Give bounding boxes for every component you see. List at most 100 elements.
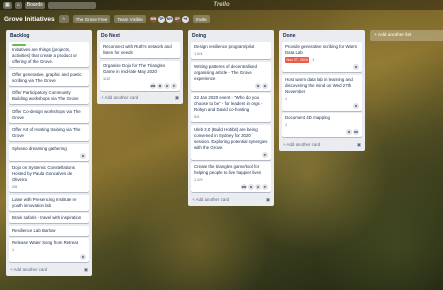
card-title: Create the triangles game/tool for helpi… [194,164,262,175]
checklist-badge: 2/6 [12,185,18,189]
card[interactable]: Offer Co-design workshops via The Grove [9,106,89,123]
due-date-badge: Nov 27, 2019 [285,57,310,63]
home-icon[interactable]: ⌂ [14,1,22,9]
avatar[interactable]: N [353,64,359,70]
card-badges: 1 0/4 [194,51,268,57]
list-title[interactable]: Backlog [9,32,89,42]
card[interactable]: Dojo on Systemic Constellations Hosted b… [9,163,89,192]
list-doing: Doing Design resilience program/pilot 1 0/… [188,30,274,206]
card-title: Release Water Song from Retreat [12,240,78,245]
apps-icon[interactable]: ▦ [3,1,12,9]
card-members: BW M H P [103,82,177,89]
card-label [12,44,26,46]
card[interactable]: Create the triangles game/tool for helpi… [191,162,271,192]
card-title: Writing patterns of decentralised organi… [194,63,257,81]
checklist-badge: 1 [285,123,288,127]
avatar[interactable]: +6 [181,15,189,23]
avatar[interactable]: N [80,254,86,260]
card-badges: 1 [285,96,359,102]
add-card-button[interactable]: + Add another card ▣ [9,265,89,275]
list-do-next: Do Next Reconnect with Ruth's network and… [97,30,183,104]
card-members: NB [194,82,268,89]
avatar[interactable]: SP [173,15,181,23]
invite-button[interactable]: Invite [192,15,210,23]
card[interactable]: Liase with Presencing Institute re youth… [9,194,89,211]
board-header: Grove Initiatives ☆ The Grove Free Team … [0,13,443,25]
boards-button[interactable]: Boards [24,1,45,9]
avatar[interactable]: N [255,82,261,89]
avatar[interactable]: BW [150,82,156,89]
template-icon[interactable]: ▣ [175,95,179,101]
card[interactable]: Sylvano dreaming gathering B [9,143,89,161]
list-title[interactable]: Do Next [100,32,180,42]
card[interactable]: Offer Participatory Community Building w… [9,88,89,104]
card-title: Initiatives are things (projects, activi… [12,47,77,64]
avatar[interactable]: N [248,184,254,190]
star-icon[interactable]: ☆ [58,15,69,23]
card[interactable]: 22 Jan 2020 event - "Who do you choose t… [191,93,271,122]
team-button[interactable]: The Grove Free [72,15,111,23]
board-lists: Backlog Initiatives are things (projects,… [6,30,443,276]
add-list-button[interactable]: + Add another list [370,30,443,41]
list-title[interactable]: Done [282,32,362,42]
checklist-badge: 1 [285,96,288,101]
card[interactable]: Offer Art of Hosting training via The Gr… [9,125,89,141]
template-icon[interactable]: ▣ [84,267,88,273]
search-input[interactable] [47,1,96,9]
avatar[interactable]: P [262,151,268,158]
avatar[interactable]: NH [165,15,173,23]
card[interactable]: Document 4D mapping 1 N HD [282,113,362,137]
card[interactable]: Initiatives are things (projects, activi… [9,42,89,67]
visibility-button[interactable]: Team Visible [114,15,146,23]
checklist-badge: 1 [12,248,15,252]
avatar[interactable]: P [262,184,268,190]
card-badges: 1/12 [103,76,177,82]
card-title: Host warm data lab in learning and disco… [285,76,353,94]
card-members: N [285,102,359,109]
checklist-badge: 1 0/4 [194,52,203,56]
top-navigation-bar: ▦ ⌂ Boards Trello [0,0,443,10]
card-badges: Nov 27, 2019 1 [285,57,359,63]
avatar[interactable]: M [157,82,163,89]
avatar[interactable]: P [171,82,177,89]
trello-logo: Trello [213,2,230,8]
add-card-button[interactable]: + Add another card ▣ [100,93,180,103]
checklist-badge: 1 2/9 [194,178,203,182]
board-title[interactable]: Grove Initiatives [4,16,55,23]
avatar[interactable]: B [262,82,268,89]
card-badges: 1 [285,122,359,128]
list-title[interactable]: Doing [191,32,271,42]
card-title: Organise Dojo for The Triangles Game in … [103,62,166,74]
checklist-badge: 1/12 [103,76,111,81]
card[interactable]: Design resilience program/pilot 1 0/4 [191,42,271,59]
card-title: Provide generative scribing for Warm Dat… [285,44,358,55]
avatar[interactable]: N [353,102,359,109]
card[interactable]: Reconnect with Ruth's network and listen… [100,42,180,58]
card-title: Resilience Lab Barlow [12,227,56,233]
avatar[interactable]: TP [157,15,165,23]
card[interactable]: Organise Dojo for The Triangles Game in … [100,60,180,91]
avatar[interactable]: BW [241,184,247,190]
card[interactable]: Uleb 2.0 (Build Hobbit) are being conven… [191,124,271,160]
card-members: N HD [285,129,359,135]
card[interactable]: Host warm data lab in learning and disco… [282,74,362,111]
card[interactable]: Provide generative scribing for Warm Dat… [282,42,362,72]
avatar[interactable]: HD [353,129,359,135]
card-title: Reconnect with Ruth's network and listen… [103,44,172,55]
add-card-button[interactable]: + Add another card ▣ [282,140,362,150]
avatar[interactable]: H [255,184,261,190]
card[interactable]: Brain safaris - travel with inspiration [9,213,89,223]
card[interactable]: Writing patterns of decentralised organi… [191,61,271,91]
card-members: P [194,151,268,158]
template-icon[interactable]: ▣ [266,197,270,203]
template-icon[interactable]: ▣ [357,142,361,148]
avatar[interactable]: N [346,129,352,135]
avatar[interactable]: B [80,152,86,159]
card-title: Liase with Presencing Institute re youth… [12,196,77,208]
avatar[interactable]: H [164,82,170,89]
add-card-button[interactable]: + Add another card ▣ [191,195,271,205]
avatar[interactable]: BW [149,15,157,23]
card[interactable]: Offer generative, graphic and poetic scr… [9,69,89,86]
card[interactable]: Resilience Lab Barlow [9,225,89,236]
card[interactable]: Release Water Song from Retreat 1 N [9,238,89,262]
